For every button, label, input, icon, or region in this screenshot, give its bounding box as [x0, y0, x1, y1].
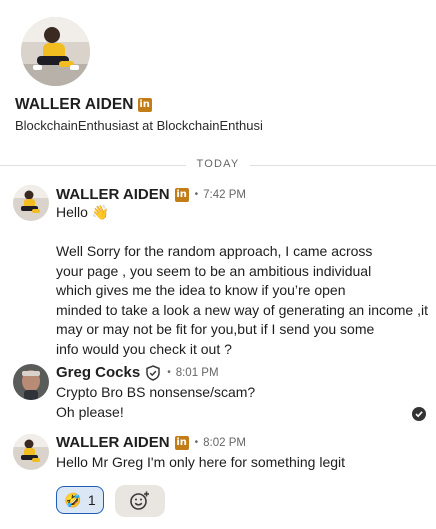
divider-line-right: [250, 165, 436, 166]
read-receipt-check-icon: [412, 407, 426, 421]
message-body: Hello 👋 Well Sorry for the random approa…: [56, 203, 428, 359]
message-timestamp: 8:02 PM: [203, 436, 246, 449]
conversation-pane: WALLER AIDEN in BlockchainEnthusiast at …: [0, 0, 436, 529]
message-avatar-greg[interactable]: [13, 364, 49, 400]
linkedin-premium-icon: in: [174, 435, 189, 450]
profile-headline: BlockchainEnthusiast at BlockchainEnthus…: [15, 118, 263, 133]
separator-dot: •: [194, 437, 199, 448]
linkedin-premium-icon: in: [137, 98, 152, 112]
shield-check-icon: [146, 364, 160, 381]
message-line: minded to take a look a new way of gener…: [56, 301, 428, 318]
profile-photo: [21, 17, 90, 86]
message-timestamp: 7:42 PM: [203, 188, 246, 201]
message-line: Crypto Bro BS nonsense/scam?: [56, 384, 256, 400]
message-sender[interactable]: WALLER AIDEN: [56, 186, 170, 203]
waller-avatar-photo: [13, 434, 49, 470]
linkedin-premium-icon: in: [174, 187, 189, 202]
message-header: WALLER AIDEN in • 7:42 PM: [56, 186, 246, 203]
message-body: Crypto Bro BS nonsense/scam? Oh please!: [56, 383, 255, 422]
message-line: your page , you seem to be an ambitious …: [56, 262, 372, 279]
waller-avatar-photo: [13, 185, 49, 221]
message-line: Hello 👋: [56, 204, 110, 220]
message-avatar-waller[interactable]: [13, 185, 49, 221]
date-divider: TODAY: [0, 157, 436, 173]
message-line: Hello Mr Greg I'm only here for somethin…: [56, 454, 346, 470]
date-divider-label: TODAY: [196, 158, 240, 170]
message-body: Hello Mr Greg I'm only here for somethin…: [56, 453, 345, 473]
message-sender[interactable]: Greg Cocks: [56, 364, 140, 381]
message-line: Well Sorry for the random approach, I ca…: [56, 243, 373, 259]
divider-line-left: [0, 165, 186, 166]
add-emoji-icon: [130, 491, 149, 510]
greg-avatar-photo: [13, 364, 49, 400]
profile-name[interactable]: WALLER AIDEN: [15, 96, 134, 114]
message-timestamp: 8:01 PM: [175, 366, 219, 379]
profile-name-row[interactable]: WALLER AIDEN in: [15, 96, 152, 114]
message-header: Greg Cocks • 8:01 PM: [56, 364, 219, 381]
message-line: info would you check it out ?: [56, 340, 232, 357]
separator-dot: •: [167, 367, 171, 378]
reaction-count: 1: [87, 492, 96, 508]
message-line: may or may not be fit for you,but if I s…: [56, 321, 375, 337]
message-header: WALLER AIDEN in • 8:02 PM: [56, 434, 246, 451]
message-line: Oh please!: [56, 403, 124, 420]
message-sender[interactable]: WALLER AIDEN: [56, 434, 170, 451]
add-reaction-button[interactable]: [115, 485, 165, 517]
message-line: which gives me the idea to know if you’r…: [56, 282, 346, 298]
reaction-button[interactable]: 🤣 1: [56, 486, 104, 514]
profile-avatar[interactable]: [21, 17, 90, 86]
separator-dot: •: [194, 189, 199, 200]
reaction-emoji: 🤣: [64, 491, 82, 508]
message-avatar-waller[interactable]: [13, 434, 49, 470]
